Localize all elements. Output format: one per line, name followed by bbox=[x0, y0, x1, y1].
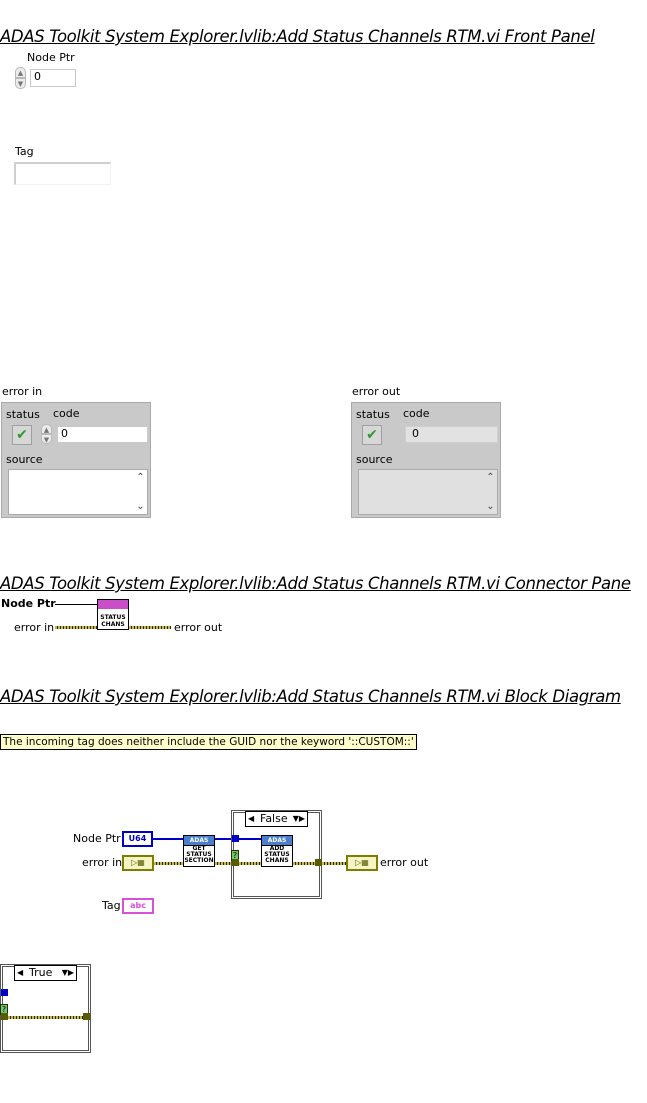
error-out-source-scrollbar[interactable]: ⌃ ⌄ bbox=[484, 470, 497, 514]
node-ptr-u64-terminal[interactable]: U64 bbox=[122, 831, 153, 847]
error-out-code-label: code bbox=[403, 407, 430, 420]
previous-case-arrow-icon[interactable]: ◀ bbox=[17, 966, 23, 980]
error-in-source-scrollbar[interactable]: ⌃ ⌄ bbox=[134, 470, 147, 514]
error-tunnel-in-true bbox=[1, 1013, 8, 1020]
decrement-arrow-icon[interactable]: ▼ bbox=[41, 434, 52, 444]
error-in-label: error in bbox=[2, 385, 43, 398]
subvi-line-3: SECTION bbox=[184, 857, 214, 864]
subvi-line-3: CHANS bbox=[265, 857, 289, 864]
diagram-error-out-label: error out bbox=[380, 856, 429, 869]
error-out-cluster: status code ✔ 0 source ⌃ ⌄ bbox=[351, 402, 501, 518]
next-case-arrow-icon[interactable]: ▼▶ bbox=[293, 812, 305, 826]
connector-error-in-wire bbox=[55, 626, 97, 629]
error-tunnel-out bbox=[315, 859, 322, 866]
error-in-status-label: status bbox=[6, 408, 40, 421]
diagram-comment: The incoming tag does neither include th… bbox=[0, 734, 417, 750]
error-wire-true bbox=[8, 1016, 84, 1019]
status-chans-vi-icon: STATUS CHANS bbox=[97, 599, 129, 630]
error-wire-1 bbox=[154, 862, 183, 865]
error-out-code-display: 0 bbox=[405, 426, 498, 443]
tag-string-input[interactable] bbox=[14, 162, 111, 185]
case-selector-false[interactable]: ◀ False ▼▶ bbox=[245, 811, 308, 827]
connector-node-ptr-label: Node Ptr bbox=[1, 597, 56, 610]
block-diagram-heading: ADAS Toolkit System Explorer.lvlib:Add S… bbox=[0, 687, 621, 706]
front-panel-heading: ADAS Toolkit System Explorer.lvlib:Add S… bbox=[0, 27, 595, 46]
error-in-source-label: source bbox=[6, 453, 43, 466]
case-selector-label: False bbox=[260, 812, 288, 825]
increment-arrow-icon[interactable]: ▲ bbox=[15, 67, 26, 78]
icon-line-2: CHANS bbox=[101, 621, 125, 628]
error-wire-5 bbox=[322, 862, 346, 865]
decrement-arrow-icon[interactable]: ▼ bbox=[15, 78, 26, 89]
error-in-source-input[interactable]: ⌃ ⌄ bbox=[8, 469, 148, 515]
u64-wire-1 bbox=[153, 838, 183, 840]
tag-string-terminal[interactable]: abc bbox=[122, 898, 154, 914]
next-case-arrow-icon[interactable]: ▼▶ bbox=[62, 966, 74, 980]
connector-error-in-label: error in bbox=[14, 621, 55, 634]
error-wire-4 bbox=[293, 862, 316, 865]
connector-node-ptr-wire bbox=[55, 604, 97, 605]
tag-label: Tag bbox=[15, 145, 34, 158]
icon-banner bbox=[98, 600, 128, 609]
connector-pane-heading: ADAS Toolkit System Explorer.lvlib:Add S… bbox=[0, 574, 631, 593]
scroll-up-icon[interactable]: ⌃ bbox=[484, 472, 497, 483]
case-selector-label: True bbox=[29, 966, 53, 979]
diagram-node-ptr-label: Node Ptr bbox=[73, 832, 121, 845]
u64-wire-3 bbox=[239, 838, 261, 840]
diagram-error-in-label: error in bbox=[82, 856, 123, 869]
error-tunnel-in bbox=[232, 859, 239, 866]
error-out-cluster-terminal[interactable]: ▷▦ bbox=[346, 855, 378, 871]
connector-error-out-wire bbox=[129, 626, 171, 629]
increment-arrow-icon[interactable]: ▲ bbox=[41, 424, 52, 434]
error-wire-3 bbox=[239, 862, 261, 865]
scroll-down-icon[interactable]: ⌄ bbox=[134, 501, 147, 512]
scroll-down-icon[interactable]: ⌄ bbox=[484, 501, 497, 512]
icon-line-1: STATUS bbox=[100, 614, 126, 621]
u64-tunnel-in-true bbox=[1, 989, 8, 996]
error-tunnel-out-true bbox=[83, 1013, 90, 1020]
diagram-tag-label: Tag bbox=[102, 899, 121, 912]
error-in-code-input[interactable]: 0 bbox=[57, 426, 148, 443]
node-ptr-label: Node Ptr bbox=[27, 51, 75, 64]
error-out-status-label: status bbox=[356, 408, 390, 421]
error-in-cluster: status code ✔ ▲ ▼ 0 source ⌃ ⌄ bbox=[1, 402, 151, 518]
scroll-up-icon[interactable]: ⌃ bbox=[134, 472, 147, 483]
case-selector-true[interactable]: ◀ True ▼▶ bbox=[14, 965, 77, 981]
error-in-cluster-terminal[interactable]: ▷▦ bbox=[122, 855, 154, 871]
error-in-code-label: code bbox=[53, 407, 80, 420]
error-out-source-label: source bbox=[356, 453, 393, 466]
node-ptr-numeric-input[interactable]: 0 bbox=[30, 69, 76, 87]
add-status-chans-subvi[interactable]: ADAS ADD STATUS CHANS bbox=[261, 835, 293, 867]
error-out-source-display: ⌃ ⌄ bbox=[358, 469, 498, 515]
error-out-status-checkmark-icon: ✔ bbox=[362, 425, 382, 445]
connector-error-out-label: error out bbox=[174, 621, 223, 634]
error-in-code-increment-decrement[interactable]: ▲ ▼ bbox=[41, 424, 52, 444]
get-status-section-subvi[interactable]: ADAS GET STATUS SECTION bbox=[183, 835, 215, 867]
error-out-label: error out bbox=[352, 385, 401, 398]
u64-tunnel-in bbox=[232, 835, 239, 842]
error-in-status-checkmark-icon[interactable]: ✔ bbox=[12, 425, 32, 445]
node-ptr-increment-decrement[interactable]: ▲ ▼ bbox=[15, 67, 26, 89]
previous-case-arrow-icon[interactable]: ◀ bbox=[248, 812, 254, 826]
